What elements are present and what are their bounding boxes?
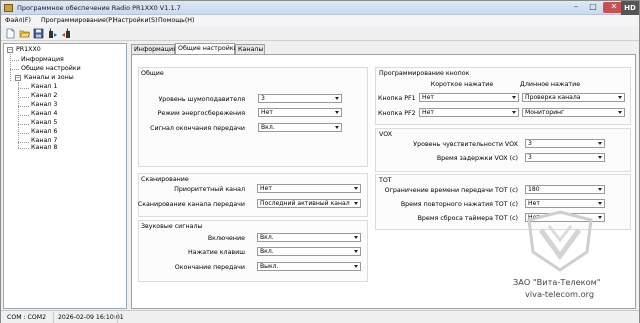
pf2-short-select[interactable]: Нет [419,108,519,117]
toolbar [1,26,639,41]
chevron-down-icon [598,202,602,205]
chevron-down-icon [354,187,358,190]
power-on-sound-select[interactable]: Вкл. [257,233,361,242]
short-press-header: Короткое нажатие [430,81,494,88]
save-icon[interactable] [33,28,44,39]
long-press-header: Длинное нажатие [519,81,581,88]
keypress-sound-label: Нажатие клавиш [187,249,245,256]
vox-group [375,128,631,172]
tot-reset-label: Время сброса таймера TOT (с) [417,215,518,222]
menu-settings[interactable]: Настройки(S) [113,17,157,24]
pf1-long-select[interactable]: Проверка канала [522,93,625,102]
scan-title: Сканирование [141,176,189,183]
scan-tx-channel-select[interactable]: Последний активный канал [257,199,361,208]
general-group [138,67,368,167]
tot-limit-select[interactable]: 180 [525,185,605,194]
end-tone-select[interactable]: Вкл. [258,123,342,132]
pf1-label: Кнопка PF1 [378,95,416,102]
tree-item-channel-6[interactable]: Канал 6 [31,128,57,135]
tx-end-sound-label: Окончание передачи [174,264,245,271]
tree-item-channel-3[interactable]: Канал 3 [31,101,57,108]
minimize-button[interactable]: – [569,2,583,13]
chevron-down-icon [354,250,358,253]
tree-item-channel-1[interactable]: Канал 1 [31,83,57,90]
tot-title: ТОТ [379,177,392,184]
vox-level-label: Уровень чувствительности VOX [413,141,518,148]
app-icon [4,4,13,12]
keypress-sound-select[interactable]: Вкл. [257,247,361,256]
power-on-sound-label: Включение [207,235,245,242]
menu-file[interactable]: Файл(F) [5,17,31,24]
menu-bar: Файл(F) Программирование(P) Настройки(S)… [1,15,639,26]
chevron-down-icon [598,188,602,191]
tx-end-sound-select[interactable]: Выкл. [257,262,361,271]
chevron-down-icon [335,126,339,129]
sounds-title: Звуковые сигналы [141,223,203,230]
tree-root[interactable]: PR1XX0 [16,46,41,53]
chevron-down-icon [512,96,516,99]
tree-item-channel-7[interactable]: Канал 7 [31,137,57,144]
app-window: Программное обеспечение Radio PR1XX0 V1.… [0,0,640,323]
tab-channels[interactable]: Каналы [235,44,265,54]
company-website: viva-telecom.org [525,289,595,299]
tree-item-info[interactable]: Информация [21,56,64,63]
squelch-select[interactable]: 3 [258,94,342,103]
end-tone-label: Сигнал окончания передачи [150,125,245,132]
chevron-down-icon [598,142,602,145]
pf1-short-select[interactable]: Нет [419,93,519,102]
chevron-down-icon [354,202,358,205]
open-folder-icon[interactable] [19,28,31,39]
tot-limit-label: Ограничение времени передачи TOT (с) [384,187,518,194]
tab-general-settings[interactable]: Общие настройки [175,43,238,54]
chevron-down-icon [335,111,339,114]
priority-channel-label: Приоритетный канал [174,186,245,193]
tree-item-general-settings[interactable]: Общие настройки [21,65,81,72]
window-title: Программное обеспечение Radio PR1XX0 V1.… [17,4,181,12]
title-bar: Программное обеспечение Radio PR1XX0 V1.… [1,1,639,15]
status-port: COM : COM2 [7,314,47,321]
vox-delay-label: Время задержки VOX (с) [436,155,518,162]
maximize-button[interactable]: □ [586,2,600,13]
status-bar: COM : COM2 2026-02-09 16:10:01 [1,310,639,323]
chevron-down-icon [354,265,358,268]
tree-item-channel-4[interactable]: Канал 4 [31,110,57,117]
chevron-down-icon [335,97,339,100]
company-name: ЗАО "Вита-Телеком" [513,277,601,287]
key-programming-title: Программирование кнопок [379,70,470,77]
new-file-icon[interactable] [5,28,16,39]
general-title: Общие [141,70,164,77]
vox-title: VOX [379,131,393,138]
tree-item-channel-2[interactable]: Канал 2 [31,92,57,99]
hd-badge: HD [621,1,639,15]
tree-collapse-channels-icon[interactable]: − [15,75,21,81]
navigation-tree: − PR1XX0 Информация Общие настройки − Ка… [3,43,127,309]
status-datetime: 2026-02-09 16:10:01 [58,314,124,321]
priority-channel-select[interactable]: Нет [257,184,361,193]
tree-item-channel-5[interactable]: Канал 5 [31,119,57,126]
chevron-down-icon [512,111,516,114]
scan-tx-channel-label: Сканирование канала передачи [137,201,245,208]
pf2-label: Кнопка PF2 [378,110,416,117]
vox-level-select[interactable]: 3 [525,139,605,148]
tree-item-channels-zones[interactable]: Каналы и зоны [24,74,74,81]
menu-programming[interactable]: Программирование(P) [41,17,115,24]
tot-repeat-label: Время повторного нажатия TOT (с) [400,201,518,208]
pf2-long-select[interactable]: Мониторинг [522,108,625,117]
menu-help[interactable]: Помощь(H) [158,17,194,24]
squelch-label: Уровень шумоподавителя [158,96,245,103]
write-radio-icon[interactable] [61,28,72,39]
chevron-down-icon [618,96,622,99]
read-radio-icon[interactable] [47,28,58,39]
power-save-select[interactable]: Нет [258,108,342,117]
power-save-label: Режим энергосбережения [157,110,245,117]
vox-delay-select[interactable]: 3 [525,153,605,162]
chevron-down-icon [618,111,622,114]
tab-info[interactable]: Информация [131,44,177,54]
chevron-down-icon [598,156,602,159]
tree-collapse-root-icon[interactable]: − [7,47,13,53]
chevron-down-icon [354,236,358,239]
tree-item-channel-8[interactable]: Канал 8 [31,144,57,151]
company-logo-icon [527,210,593,272]
